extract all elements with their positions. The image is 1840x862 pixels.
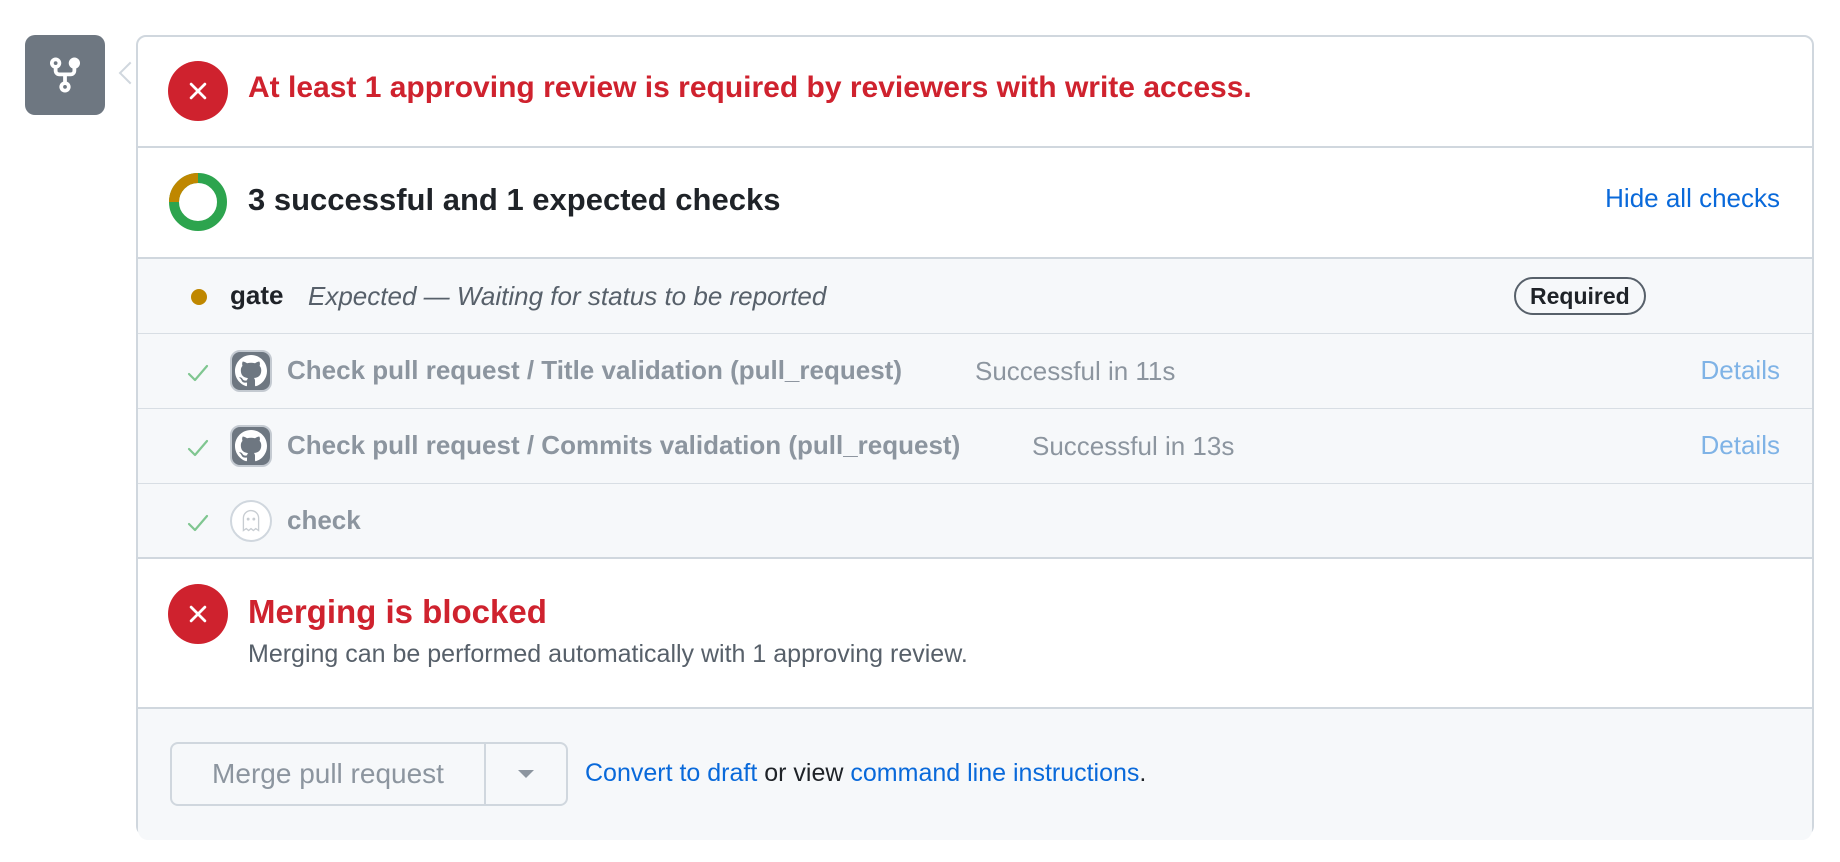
merge-button-group: Merge pull request xyxy=(170,742,568,806)
check-status-text: Successful in 13s xyxy=(1032,431,1235,461)
merge-actions-footer: Merge pull request Convert to draft or v… xyxy=(138,709,1812,840)
check-icon xyxy=(187,439,209,457)
check-icon xyxy=(187,364,209,382)
check-name: Check pull request / Title validation (p… xyxy=(287,355,902,385)
merge-pull-request-button[interactable]: Merge pull request xyxy=(172,744,486,804)
check-status-text: Successful in 11s xyxy=(975,356,1176,386)
checks-summary-section: 3 successful and 1 expected checks Hide … xyxy=(138,148,1812,259)
required-badge: Required xyxy=(1514,277,1646,315)
hide-all-checks-link[interactable]: Hide all checks xyxy=(1605,183,1780,214)
pending-dot-icon xyxy=(191,289,207,305)
check-row-gate: gate Expected — Waiting for status to be… xyxy=(138,259,1812,334)
caret-down-icon xyxy=(518,770,534,778)
details-link[interactable]: Details xyxy=(1701,355,1780,386)
merge-blocked-title: Merging is blocked xyxy=(248,593,547,630)
checks-summary-title: 3 successful and 1 expected checks xyxy=(248,182,781,217)
check-icon xyxy=(187,514,209,532)
check-name: gate xyxy=(230,280,284,310)
check-name: Check pull request / Commits validation … xyxy=(287,430,961,460)
footer-middle-text: or view xyxy=(757,759,851,787)
footer-end-text: . xyxy=(1139,759,1147,787)
git-merge-icon xyxy=(25,35,105,115)
details-link[interactable]: Details xyxy=(1701,430,1780,461)
check-description: Expected — Waiting for status to be repo… xyxy=(308,281,827,311)
check-row-commits-validation: Check pull request / Commits validation … xyxy=(138,409,1812,484)
merge-status-section: Merging is blocked Merging can be perfor… xyxy=(138,559,1812,709)
check-row-title-validation: Check pull request / Title validation (p… xyxy=(138,334,1812,409)
review-requirement-section: At least 1 approving review is required … xyxy=(138,37,1812,148)
github-actions-icon xyxy=(230,425,272,467)
check-name: check xyxy=(287,505,361,535)
error-x-icon xyxy=(168,61,228,121)
merge-box: At least 1 approving review is required … xyxy=(136,35,1814,840)
review-requirement-message: At least 1 approving review is required … xyxy=(248,71,1252,104)
merge-options-dropdown[interactable] xyxy=(486,744,566,804)
ghost-app-icon xyxy=(230,500,272,542)
error-x-icon xyxy=(168,584,228,644)
checks-status-ring-icon xyxy=(169,173,227,231)
git-branch-icon-svg xyxy=(50,57,80,93)
merge-blocked-description: Merging can be performed automatically w… xyxy=(248,640,968,668)
convert-to-draft-link[interactable]: Convert to draft xyxy=(585,759,757,787)
check-row-check: check xyxy=(138,484,1812,559)
command-line-instructions-link[interactable]: command line instructions xyxy=(850,759,1139,787)
footer-text: Convert to draft or view command line in… xyxy=(585,759,1146,788)
github-actions-icon xyxy=(230,350,272,392)
